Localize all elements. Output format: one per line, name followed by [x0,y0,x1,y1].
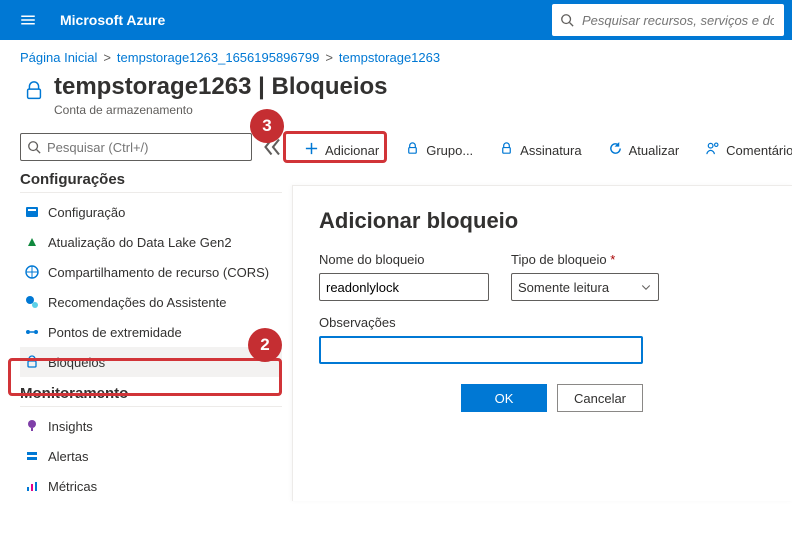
sidebar-group-config: Configurações [20,171,282,193]
sidebar-item-label: Bloqueios [48,355,105,370]
hamburger-menu-button[interactable] [8,0,48,40]
sidebar-search-input[interactable] [45,139,245,156]
sidebar-item-label: Insights [48,419,93,434]
sidebar-item-insights[interactable]: Insights [20,411,282,441]
refresh-icon [608,141,623,159]
upgrade-icon [24,234,40,250]
collapse-sidebar-button[interactable] [258,135,282,159]
sidebar-item-label: Métricas [48,479,97,494]
sidebar: Configurações Configuração Atualização d… [20,133,282,501]
sidebar-item-locks[interactable]: Bloqueios [20,347,282,377]
panel-actions: OK Cancelar [319,384,643,412]
lock-name-field: Nome do bloqueio [319,252,489,301]
required-star-icon: * [610,252,615,267]
command-bar: Adicionar Grupo... Assinatura Atualizar … [298,133,792,171]
sidebar-search[interactable] [20,133,252,161]
add-button[interactable]: Adicionar [298,137,385,163]
lock-icon [20,77,48,105]
cancel-button[interactable]: Cancelar [557,384,643,412]
breadcrumb-sep-icon: > [103,50,111,65]
resource-name: tempstorage1263 [54,73,251,100]
global-search-input[interactable] [580,12,776,29]
panel-title: Adicionar bloqueio [319,208,766,234]
sidebar-item-metrics[interactable]: Métricas [20,471,282,501]
sidebar-item-configuration[interactable]: Configuração [20,197,282,227]
sidebar-item-label: Alertas [48,449,88,464]
lock-icon [499,141,514,159]
breadcrumb-sep-icon: > [325,50,333,65]
alerts-icon [24,448,40,464]
hamburger-icon [19,11,37,29]
title-sep: | [258,73,271,100]
breadcrumb-resource-group[interactable]: tempstorage1263_1656195896799 [117,50,319,65]
search-icon [27,140,41,154]
sidebar-item-label: Compartilhamento de recurso (CORS) [48,265,269,280]
sidebar-item-label: Atualização do Data Lake Gen2 [48,235,232,250]
sidebar-item-endpoints[interactable]: Pontos de extremidade [20,317,282,347]
notes-field: Observações [319,315,766,364]
add-label: Adicionar [325,143,379,158]
subscription-label: Assinatura [520,143,581,158]
endpoint-icon [24,324,40,340]
lock-name-input[interactable] [319,273,489,301]
sidebar-item-alerts[interactable]: Alertas [20,441,282,471]
page-title-row: tempstorage1263 | Bloqueios Conta de arm… [0,71,792,125]
lock-type-label: Tipo de bloqueio * [511,252,659,267]
globe-icon [24,264,40,280]
blade-name: Bloqueios [272,73,388,100]
main-area: Adicionar Grupo... Assinatura Atualizar … [282,133,792,501]
portal-header: Microsoft Azure [0,0,792,40]
sidebar-item-label: Recomendações do Assistente [48,295,227,310]
add-lock-panel: Adicionar bloqueio Nome do bloqueio Tipo… [292,185,792,501]
feedback-button[interactable]: Comentários [699,137,792,163]
breadcrumb-resource[interactable]: tempstorage1263 [339,50,440,65]
resource-type-subtitle: Conta de armazenamento [54,103,388,117]
notes-label: Observações [319,315,766,330]
refresh-label: Atualizar [629,143,680,158]
sidebar-item-cors[interactable]: Compartilhamento de recurso (CORS) [20,257,282,287]
lock-icon [24,354,40,370]
lock-icon [405,141,420,159]
sidebar-item-advisor[interactable]: Recomendações do Assistente [20,287,282,317]
breadcrumb-home[interactable]: Página Inicial [20,50,97,65]
sidebar-item-data-lake-upgrade[interactable]: Atualização do Data Lake Gen2 [20,227,282,257]
insights-icon [24,418,40,434]
notes-input[interactable] [319,336,643,364]
settings-icon [24,204,40,220]
metrics-icon [24,478,40,494]
resource-group-button[interactable]: Grupo... [399,137,479,163]
ok-button[interactable]: OK [461,384,547,412]
advisor-icon [24,294,40,310]
search-icon [560,13,574,27]
lock-type-field: Tipo de bloqueio * Somente leitura [511,252,659,301]
chevron-left-icon [258,135,282,159]
page-title: tempstorage1263 | Bloqueios [54,73,388,101]
subscription-button[interactable]: Assinatura [493,137,587,163]
lock-name-label: Nome do bloqueio [319,252,489,267]
feedback-label: Comentários [726,143,792,158]
lock-type-select[interactable]: Somente leitura [511,273,659,301]
global-search-box[interactable] [552,4,784,36]
global-search [552,4,784,36]
group-label: Grupo... [426,143,473,158]
feedback-icon [705,141,720,159]
breadcrumb: Página Inicial > tempstorage1263_1656195… [0,40,792,71]
lock-type-value: Somente leitura [518,280,609,295]
sidebar-group-monitor: Monitoramento [20,385,282,407]
sidebar-item-label: Configuração [48,205,125,220]
refresh-button[interactable]: Atualizar [602,137,686,163]
sidebar-item-label: Pontos de extremidade [48,325,182,340]
brand-label: Microsoft Azure [60,12,165,28]
plus-icon [304,141,319,159]
chevron-down-icon [640,281,652,293]
